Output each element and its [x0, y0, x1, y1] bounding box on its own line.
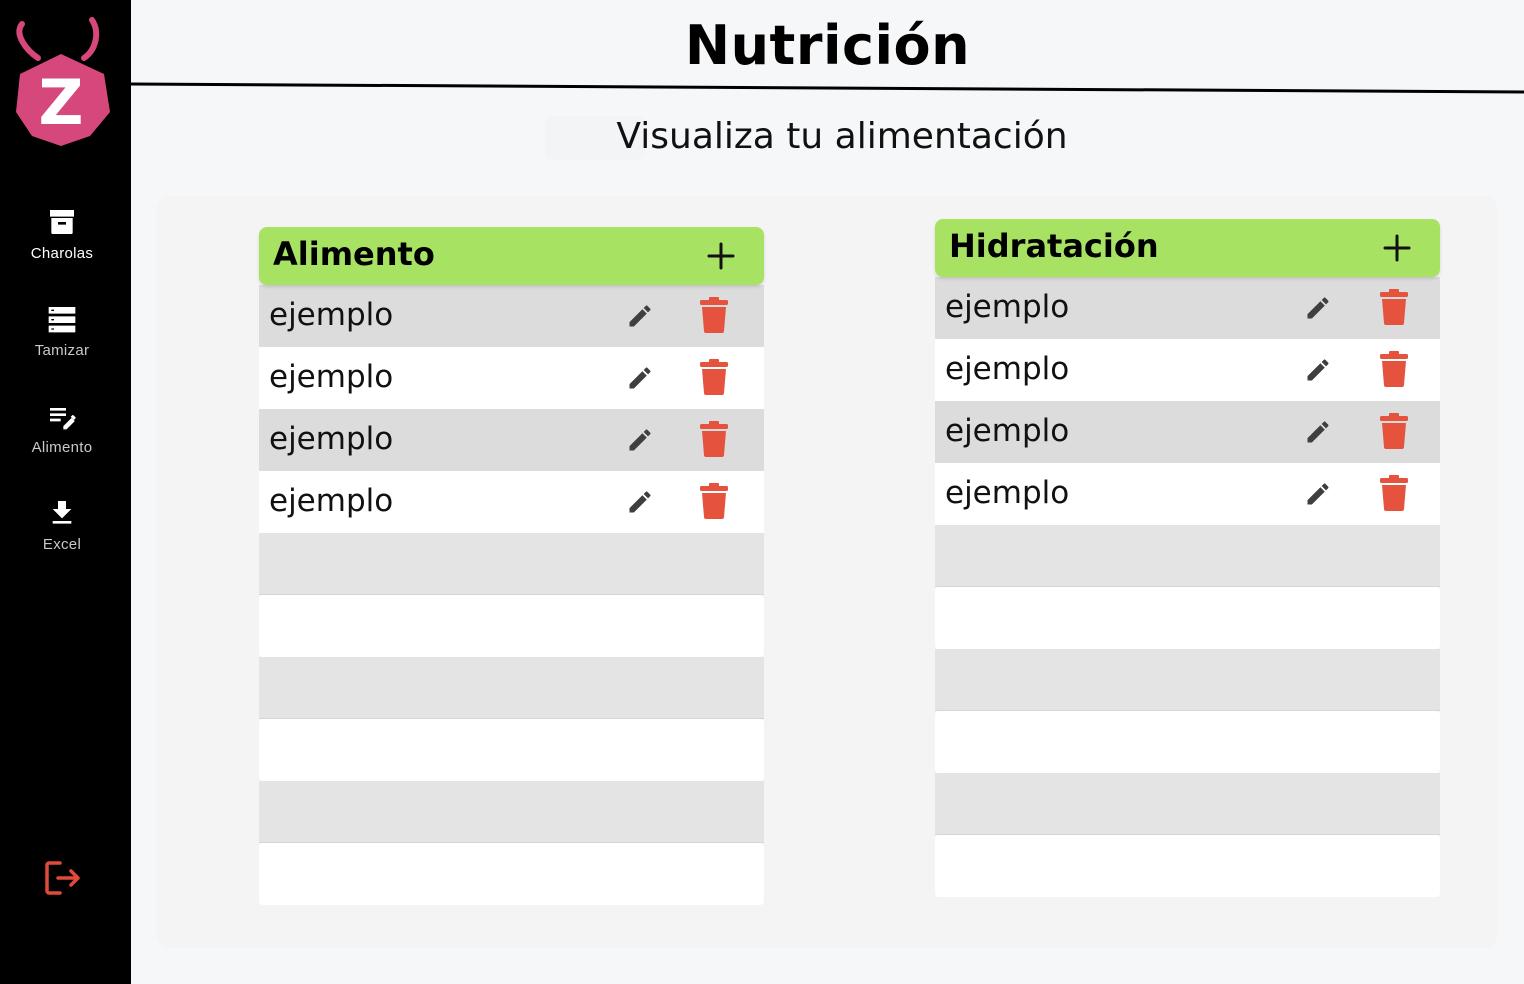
- pencil-icon: [1307, 359, 1329, 381]
- download-icon: [45, 496, 79, 530]
- edit-button[interactable]: [1304, 480, 1332, 508]
- trash-icon: [700, 421, 728, 457]
- trash-icon: [1380, 413, 1408, 449]
- delete-button[interactable]: [1379, 351, 1409, 387]
- table-row: ejemplo: [935, 463, 1440, 525]
- sidebar-item-label: Charolas: [30, 245, 94, 262]
- pencil-icon: [1307, 297, 1329, 319]
- delete-button[interactable]: [1379, 289, 1409, 325]
- empty-table-row: [259, 781, 764, 843]
- trash-icon: [1380, 351, 1408, 387]
- food-table-title: Alimento: [273, 235, 435, 273]
- empty-table-row: [259, 595, 764, 657]
- pencil-icon: [1307, 483, 1329, 505]
- empty-table-row: [259, 719, 764, 781]
- empty-table-row: [259, 657, 764, 719]
- sidebar: Z Charolas Tamizar Alimento Excel: [0, 0, 131, 984]
- trash-icon: [700, 297, 728, 333]
- table-row: ejemplo: [935, 277, 1440, 339]
- table-row: ejemplo: [259, 471, 764, 533]
- item-label: ejemplo: [945, 475, 1070, 511]
- edit-button[interactable]: [1304, 294, 1332, 322]
- pencil-icon: [629, 367, 651, 389]
- edit-button[interactable]: [626, 488, 654, 516]
- delete-button[interactable]: [699, 421, 729, 457]
- empty-table-row: [935, 773, 1440, 835]
- plus-icon: [707, 242, 735, 270]
- hydration-table-header: Hidratación: [935, 219, 1440, 277]
- sidebar-item-charolas[interactable]: Charolas: [0, 205, 124, 262]
- plus-icon: [1383, 234, 1411, 262]
- edit-button[interactable]: [1304, 418, 1332, 446]
- archive-icon: [45, 205, 79, 239]
- title-divider: [131, 82, 1524, 94]
- list-icon: [45, 302, 79, 336]
- delete-button[interactable]: [699, 297, 729, 333]
- sidebar-item-label: Excel: [42, 536, 82, 553]
- empty-table-row: [935, 525, 1440, 587]
- item-label: ejemplo: [945, 351, 1070, 387]
- pencil-icon: [629, 491, 651, 513]
- item-label: ejemplo: [269, 297, 394, 333]
- hydration-table-body: ejemplo ejemplo ejemplo ejemplo: [935, 277, 1440, 897]
- pencil-icon: [629, 305, 651, 327]
- edit-button[interactable]: [1304, 356, 1332, 384]
- sidebar-item-label: Alimento: [31, 439, 93, 456]
- empty-table-row: [935, 587, 1440, 649]
- empty-table-row: [259, 533, 764, 595]
- edit-list-icon: [45, 399, 79, 433]
- trash-icon: [700, 359, 728, 395]
- empty-table-row: [935, 711, 1440, 773]
- table-row: ejemplo: [935, 401, 1440, 463]
- page-title: Nutrición: [684, 14, 971, 77]
- trash-icon: [1380, 475, 1408, 511]
- logout-button[interactable]: [42, 858, 84, 898]
- page-subtitle: Visualiza tu alimentación: [616, 116, 1068, 157]
- item-label: ejemplo: [945, 413, 1070, 449]
- food-table: Alimento ejemplo ejemplo ejemplo ejemplo: [259, 227, 764, 905]
- sidebar-item-tamizar[interactable]: Tamizar: [0, 302, 124, 359]
- empty-table-row: [935, 649, 1440, 711]
- table-row: ejemplo: [259, 347, 764, 409]
- edit-button[interactable]: [626, 302, 654, 330]
- delete-button[interactable]: [699, 359, 729, 395]
- logout-icon: [45, 861, 80, 895]
- table-row: ejemplo: [259, 285, 764, 347]
- trash-icon: [700, 483, 728, 519]
- hydration-table: Hidratación ejemplo ejemplo ejemplo ejemplo: [935, 219, 1440, 897]
- logo-letter: Z: [39, 66, 84, 139]
- pencil-icon: [1307, 421, 1329, 443]
- empty-table-row: [935, 835, 1440, 897]
- empty-table-row: [259, 843, 764, 905]
- food-table-body: ejemplo ejemplo ejemplo ejemplo: [259, 285, 764, 905]
- hydration-table-title: Hidratación: [949, 227, 1159, 265]
- delete-button[interactable]: [1379, 413, 1409, 449]
- item-label: ejemplo: [945, 289, 1070, 325]
- sidebar-item-label: Tamizar: [34, 342, 90, 359]
- trash-icon: [1380, 289, 1408, 325]
- delete-button[interactable]: [699, 483, 729, 519]
- pencil-icon: [629, 429, 651, 451]
- delete-button[interactable]: [1379, 475, 1409, 511]
- food-table-header: Alimento: [259, 227, 764, 285]
- add-food-button[interactable]: [706, 241, 736, 271]
- edit-button[interactable]: [626, 364, 654, 392]
- table-row: ejemplo: [259, 409, 764, 471]
- table-row: ejemplo: [935, 339, 1440, 401]
- sidebar-item-excel[interactable]: Excel: [0, 496, 124, 553]
- sidebar-item-alimento[interactable]: Alimento: [0, 399, 124, 456]
- add-hydration-button[interactable]: [1382, 233, 1412, 263]
- item-label: ejemplo: [269, 421, 394, 457]
- edit-button[interactable]: [626, 426, 654, 454]
- logo-icon: Z: [16, 17, 110, 146]
- item-label: ejemplo: [269, 483, 394, 519]
- item-label: ejemplo: [269, 359, 394, 395]
